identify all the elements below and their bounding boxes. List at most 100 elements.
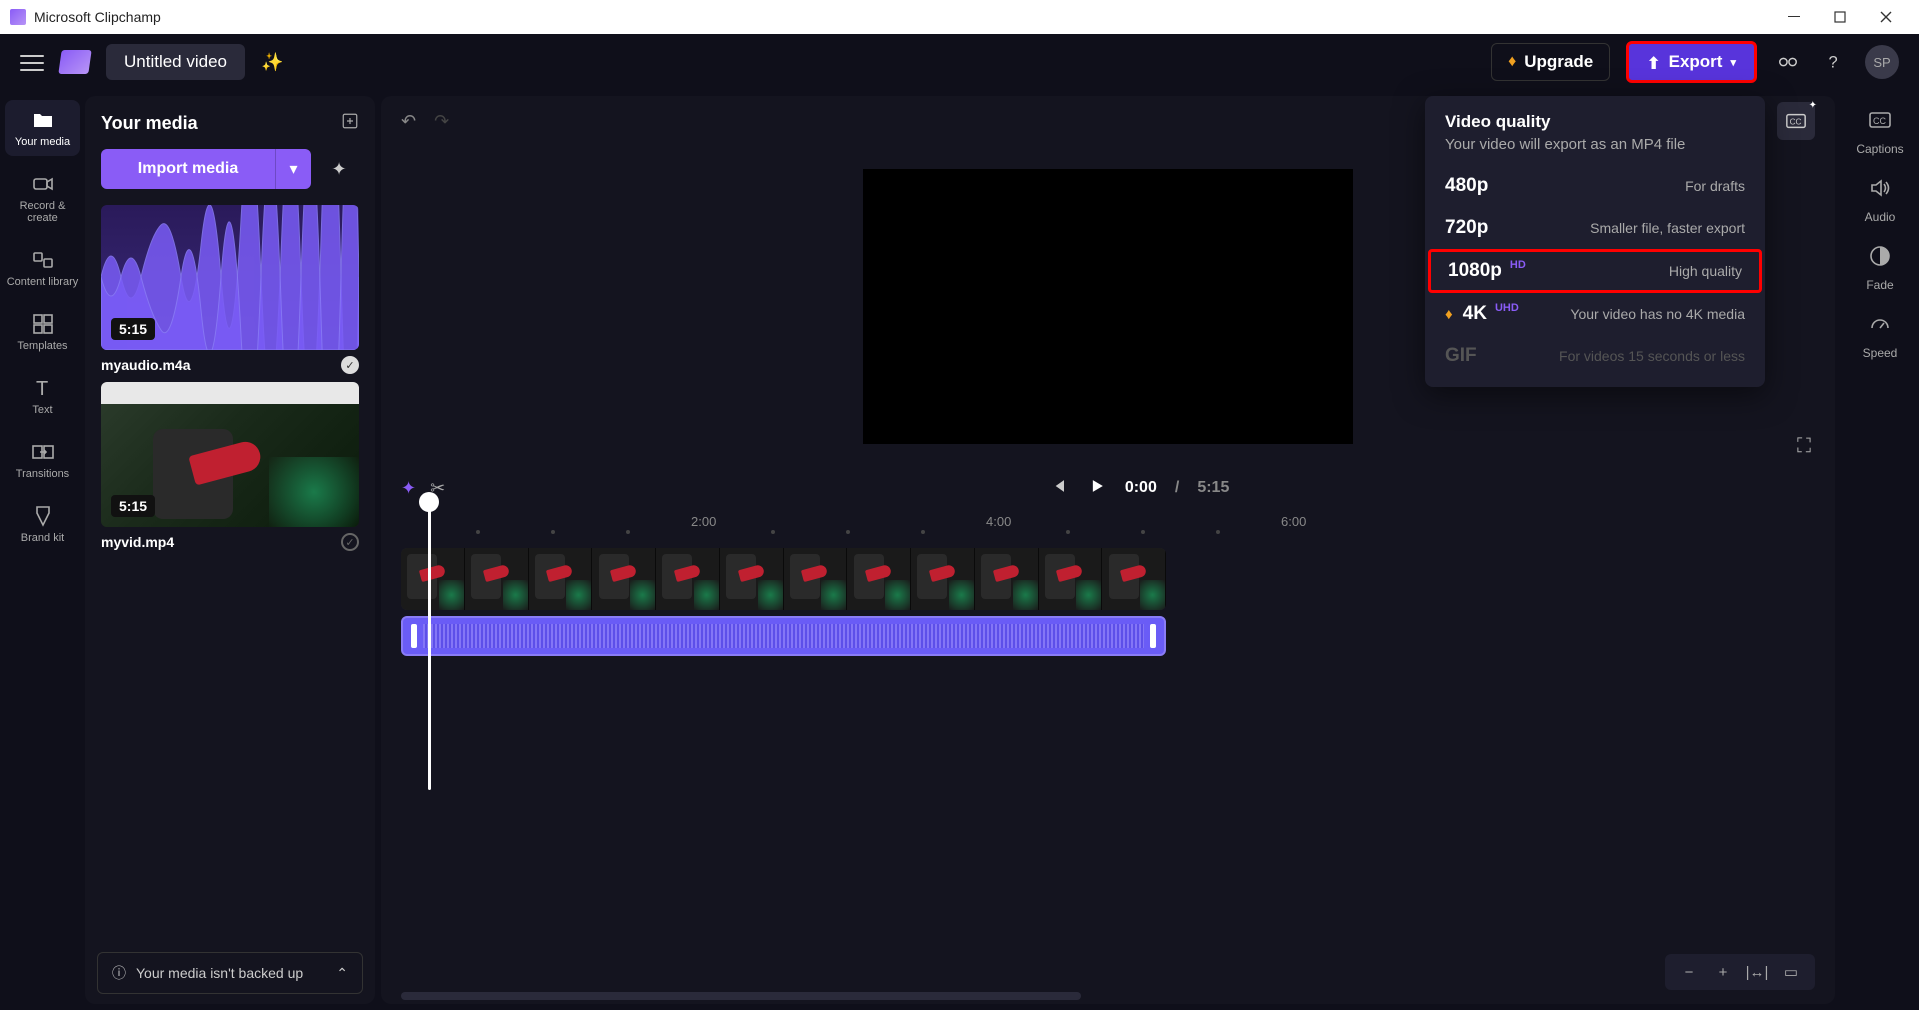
quality-option-720p[interactable]: 720p Smaller file, faster export <box>1425 207 1765 249</box>
clip-handle-right[interactable] <box>1150 624 1156 648</box>
folder-icon <box>31 108 55 132</box>
nav-label: Brand kit <box>21 532 64 544</box>
timeline-tools: − + |↔| ▭ <box>1665 954 1815 990</box>
ai-sparkle-icon[interactable]: ✨ <box>261 52 283 73</box>
nav-brand-kit[interactable]: Brand kit <box>5 496 80 552</box>
export-button[interactable]: ⬇ Export ▾ <box>1626 41 1757 83</box>
nav-text[interactable]: T Text <box>5 368 80 424</box>
resolution-label: GIF <box>1445 345 1477 367</box>
layout-button[interactable]: ▭ <box>1777 960 1805 984</box>
resolution-label: 480p <box>1445 175 1488 197</box>
window-titlebar: Microsoft Clipchamp <box>0 0 1919 34</box>
left-nav: Your media Record & create Content libra… <box>0 90 85 1010</box>
rn-audio[interactable]: Audio <box>1865 176 1896 224</box>
backup-message: Your media isn't backed up <box>136 965 303 981</box>
svg-text:?: ? <box>1829 54 1838 72</box>
check-icon: ✓ <box>341 356 359 374</box>
svg-text:T: T <box>36 378 48 400</box>
gauge-icon <box>1868 312 1892 342</box>
media-item-audio[interactable]: 5:15 myaudio.m4a ✓ <box>101 205 359 374</box>
ruler-mark: 4:00 <box>986 514 1011 529</box>
video-title-input[interactable]: Untitled video <box>106 44 245 80</box>
window-maximize[interactable] <box>1817 0 1863 34</box>
rn-label: Audio <box>1865 210 1896 224</box>
window-minimize[interactable] <box>1771 0 1817 34</box>
transitions-icon <box>31 440 55 464</box>
duration-badge: 5:15 <box>111 318 155 340</box>
rn-label: Speed <box>1863 346 1898 360</box>
nav-record-create[interactable]: Record & create <box>5 164 80 232</box>
upgrade-label: Upgrade <box>1524 52 1593 72</box>
media-item-video[interactable]: 5:15 myvid.mp4 ✓ <box>101 382 359 551</box>
clip-handle-left[interactable] <box>411 624 417 648</box>
current-time: 0:00 <box>1125 479 1157 497</box>
undo-button[interactable]: ↶ <box>401 111 416 132</box>
magic-wand-button[interactable]: ✦ <box>319 149 359 189</box>
playhead-line <box>428 510 431 790</box>
playhead[interactable] <box>419 492 439 512</box>
clipchamp-logo <box>58 50 91 74</box>
fit-width-button[interactable]: |↔| <box>1743 960 1771 984</box>
import-label: Import media <box>101 160 275 178</box>
info-icon: ⓘ <box>112 963 126 983</box>
audio-track[interactable] <box>401 616 1166 656</box>
resolution-label: 4K <box>1463 303 1487 325</box>
check-icon: ✓ <box>341 533 359 551</box>
nav-transitions[interactable]: Transitions <box>5 432 80 488</box>
text-icon: T <box>31 376 55 400</box>
zoom-in-button[interactable]: + <box>1709 960 1737 984</box>
cc-button[interactable]: CC ✦ <box>1777 102 1815 140</box>
uhd-badge: UHD <box>1495 302 1519 314</box>
timeline[interactable]: 2:00 4:00 6:00 <box>381 510 1835 1004</box>
help-icon[interactable]: ? <box>1819 47 1849 77</box>
expand-icon[interactable] <box>341 112 359 135</box>
window-close[interactable] <box>1863 0 1909 34</box>
speaker-icon <box>1868 176 1892 206</box>
quality-option-gif[interactable]: GIF For videos 15 seconds or less <box>1425 335 1765 377</box>
upgrade-button[interactable]: ♦ Upgrade <box>1491 43 1610 81</box>
brand-kit-icon <box>31 504 55 528</box>
resolution-label: 1080p <box>1448 260 1502 282</box>
topbar: Untitled video ✨ ♦ Upgrade ⬇ Export ▾ ? … <box>0 34 1919 90</box>
timeline-scrollbar[interactable] <box>401 992 1081 1000</box>
ai-effects-button[interactable]: ✦ <box>401 478 416 499</box>
import-media-button[interactable]: Import media ▾ <box>101 149 311 189</box>
chevron-down-icon[interactable]: ▾ <box>275 149 311 189</box>
nav-content-library[interactable]: Content library <box>5 240 80 296</box>
backup-warning[interactable]: ⓘ Your media isn't backed up ⌃ <box>97 952 363 994</box>
audio-thumbnail: 5:15 <box>101 205 359 350</box>
nav-templates[interactable]: Templates <box>5 304 80 360</box>
fullscreen-button[interactable]: ⛶ <box>1797 435 1811 458</box>
settings-icon[interactable] <box>1773 47 1803 77</box>
duration-badge: 5:15 <box>111 495 155 517</box>
fade-icon <box>1868 244 1892 274</box>
svg-text:CC: CC <box>1873 116 1886 126</box>
quality-option-480p[interactable]: 480p For drafts <box>1425 165 1765 207</box>
rn-speed[interactable]: Speed <box>1863 312 1898 360</box>
right-nav: CC Captions Audio Fade Speed <box>1841 90 1919 1010</box>
quality-option-1080p[interactable]: 1080p HD High quality <box>1428 249 1762 293</box>
nav-your-media[interactable]: Your media <box>5 100 80 156</box>
nav-label: Text <box>32 404 52 416</box>
zoom-out-button[interactable]: − <box>1675 960 1703 984</box>
quality-option-4k[interactable]: ♦ 4K UHD Your video has no 4K media <box>1425 293 1765 335</box>
rn-fade[interactable]: Fade <box>1866 244 1893 292</box>
nav-label: Your media <box>15 136 70 148</box>
menu-button[interactable] <box>20 50 44 74</box>
dropdown-subtitle: Your video will export as an MP4 file <box>1445 136 1745 153</box>
rn-captions[interactable]: CC Captions <box>1856 108 1903 156</box>
user-avatar[interactable]: SP <box>1865 45 1899 79</box>
editor-area: ↶ ↷ ⛶ Size ▾ CC ✦ Video quality Your vid… <box>381 96 1835 1004</box>
timeline-ruler[interactable]: 2:00 4:00 6:00 <box>401 510 1815 538</box>
chevron-down-icon: ▾ <box>1730 56 1736 69</box>
time-separator: / <box>1175 479 1179 497</box>
app-icon <box>10 9 26 25</box>
play-button[interactable] <box>1087 476 1107 501</box>
preview-canvas[interactable] <box>863 169 1353 444</box>
nav-label: Transitions <box>16 468 69 480</box>
captions-icon: CC <box>1868 108 1892 138</box>
video-track[interactable] <box>401 548 1166 610</box>
redo-button[interactable]: ↷ <box>434 111 449 132</box>
skip-start-button[interactable] <box>1049 476 1069 501</box>
upload-icon: ⬇ <box>1647 52 1660 72</box>
